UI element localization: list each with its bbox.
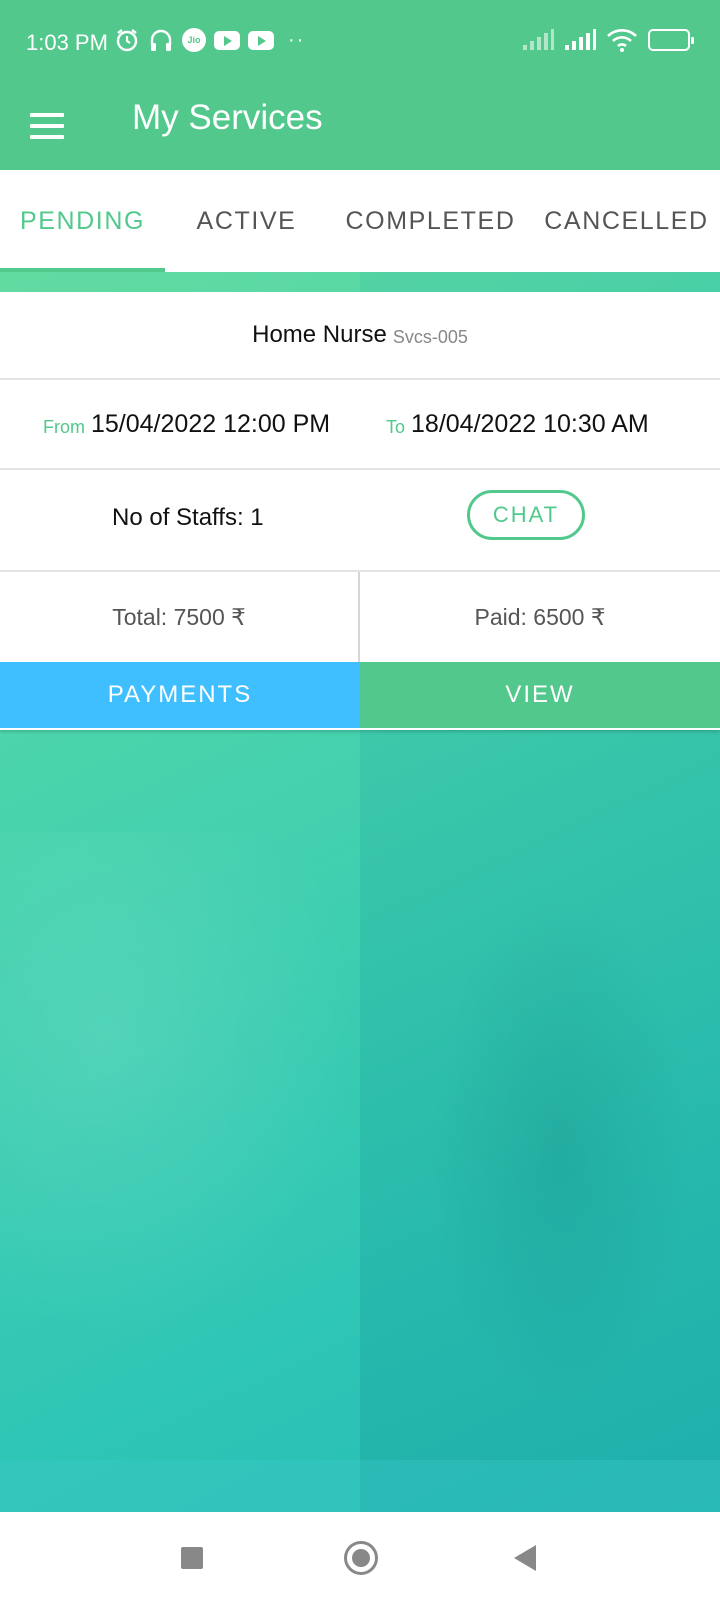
app-bar: My Services [0,84,720,170]
back-triangle-icon[interactable] [514,1545,536,1571]
tab-active[interactable]: ACTIVE [165,170,328,272]
signal-icon [522,29,554,51]
payments-button[interactable]: PAYMENTS [0,662,360,728]
from-value: 15/04/2022 12:00 PM [91,409,331,438]
to-label: To [386,416,406,437]
hamburger-menu-icon[interactable] [30,104,74,148]
service-dates-row: From 15/04/2022 12:00 PM To 18/04/2022 1… [0,380,720,470]
page-title: My Services [132,98,323,137]
system-nav-bar [0,1512,720,1600]
top-bar: 1:03 PM Jio ·· 69 My Services [0,0,720,170]
tab-pending[interactable]: PENDING [0,170,165,272]
total-amount: Total: 7500 ₹ [0,572,360,662]
service-title-row: Home Nurse Svcs-005 [0,292,720,380]
service-card: Home Nurse Svcs-005 From 15/04/2022 12:0… [0,292,720,730]
more-dots-icon: ·· [288,28,306,51]
home-circle-icon[interactable] [344,1541,378,1575]
battery-level: 69 [661,32,677,48]
tab-completed[interactable]: COMPLETED [328,170,533,272]
alarm-icon [114,27,140,53]
service-code: Svcs-005 [392,326,468,347]
staff-row: No of Staffs: 1 CHAT [0,470,720,572]
action-buttons: PAYMENTS VIEW [0,662,720,728]
to-value: 18/04/2022 10:30 AM [411,409,649,438]
headphones-icon [148,27,174,53]
status-bar: 1:03 PM Jio ·· 69 [0,0,720,84]
youtube-icon [214,30,240,50]
status-time: 1:03 PM [26,30,108,55]
paid-amount: Paid: 6500 ₹ [474,603,606,630]
tab-bar: PENDING ACTIVE COMPLETED CANCELLED [0,170,720,272]
from-label: From [43,416,85,437]
tab-cancelled[interactable]: CANCELLED [533,170,720,272]
staff-count: No of Staffs: 1 [112,504,264,531]
recents-square-icon[interactable] [181,1547,203,1569]
to-date: To 18/04/2022 10:30 AM [386,380,649,468]
signal-icon [564,29,596,51]
battery-icon: 69 [648,29,694,51]
notification-icons: Jio ·· [114,27,305,53]
chat-button[interactable]: CHAT [467,490,585,540]
youtube-icon [248,30,274,50]
service-name: Home Nurse [252,321,387,348]
wifi-icon [606,28,638,52]
jio-icon: Jio [182,28,206,52]
from-date: From 15/04/2022 12:00 PM [43,380,330,468]
system-icons: 69 [522,28,694,52]
totals-row: Total: 7500 ₹ Paid: 6500 ₹ [0,572,720,662]
view-button[interactable]: VIEW [360,662,720,728]
